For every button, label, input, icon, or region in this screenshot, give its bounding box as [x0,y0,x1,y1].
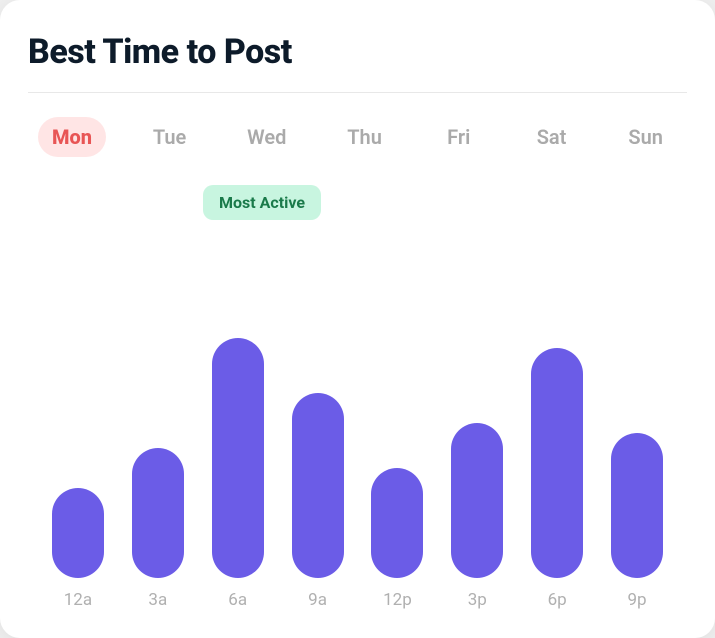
bar-wrapper-12a [38,488,118,578]
bar-6p [531,348,583,578]
bar-wrapper-6p [517,348,597,578]
card: Best Time to Post MonTueWedThuFriSatSun … [0,0,715,638]
time-label-3a: 3a [118,590,198,610]
day-tab-sat[interactable]: Sat [522,117,582,157]
bar-6a [212,338,264,578]
bar-3a [132,448,184,578]
bar-9a [292,393,344,578]
bars-container [28,268,687,578]
day-tab-thu[interactable]: Thu [333,117,396,157]
day-tab-mon[interactable]: Mon [38,117,106,157]
time-label-9a: 9a [278,590,358,610]
bar-wrapper-9p [597,433,677,578]
day-tab-fri[interactable]: Fri [429,117,489,157]
day-tab-sun[interactable]: Sun [614,117,677,157]
most-active-label: Most Active [203,185,321,220]
time-label-3p: 3p [437,590,517,610]
days-row: Mon Tue Wed Thu Fri Sat Sun [28,117,687,157]
bar-9p [611,433,663,578]
bar-wrapper-12p [358,468,438,578]
bar-wrapper-3p [437,423,517,578]
divider [28,92,687,93]
time-label-12a: 12a [38,590,118,610]
bar-wrapper-3a [118,448,198,578]
bar-wrapper-9a [278,393,358,578]
bar-12p [371,468,423,578]
day-tab-tue[interactable]: Tue [139,117,200,157]
time-label-12p: 12p [358,590,438,610]
page-title: Best Time to Post [28,32,687,72]
time-label-6p: 6p [517,590,597,610]
chart-area: Most Active 12a3a6a9a12p3p6p9p [28,185,687,610]
bar-3p [451,423,503,578]
bar-wrapper-6a [198,338,278,578]
day-tab-wed[interactable]: Wed [233,117,300,157]
bar-12a [52,488,104,578]
time-label-6a: 6a [198,590,278,610]
time-labels: 12a3a6a9a12p3p6p9p [28,578,687,610]
time-label-9p: 9p [597,590,677,610]
